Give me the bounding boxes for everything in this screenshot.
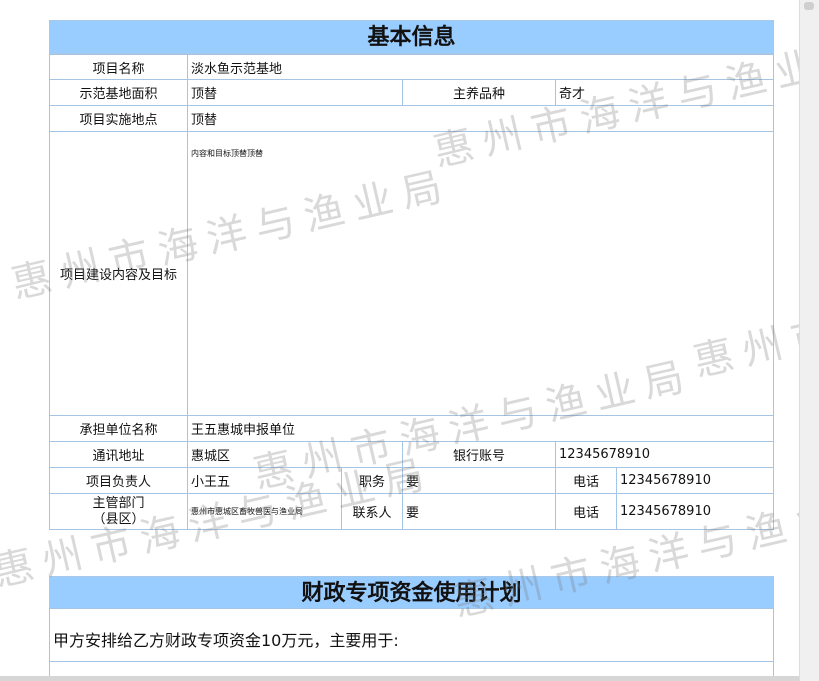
contact-value: 要 [402,493,556,530]
phone-value: 12345678910 [616,467,774,494]
position-value: 要 [402,467,556,494]
contact-label: 联系人 [341,493,403,530]
project-name-label: 项目名称 [49,54,188,80]
location-value: 顶替 [187,105,774,132]
location-label: 项目实施地点 [49,105,188,132]
content-value: 内容和目标顶替顶替 [187,131,774,416]
unit-value: 王五惠城申报单位 [187,415,774,442]
phone2-label: 电话 [555,493,617,530]
scrollbar-thumb[interactable] [804,2,814,10]
address-label: 通讯地址 [49,441,188,468]
address-value: 惠城区 [187,441,403,468]
bank-value: 12345678910 [555,441,774,468]
fund-plan-title: 财政专项资金使用计划 [49,576,774,609]
document-viewer: 基本信息 项目名称 淡水鱼示范基地 示范基地面积 顶替 主养品种 奇才 项目实施… [0,0,819,681]
bank-label: 银行账号 [402,441,556,468]
phone-label: 电话 [555,467,617,494]
leader-label: 项目负责人 [49,467,188,494]
dept-label: 主管部门 （县区） [49,493,188,530]
position-label: 职务 [341,467,403,494]
leader-value: 小王五 [187,467,342,494]
fund-plan-next-row [49,661,774,676]
page-gap [0,676,800,681]
dept-value: 惠州市惠城区畜牧兽医与渔业局 [187,493,342,530]
unit-label: 承担单位名称 [49,415,188,442]
vertical-scrollbar[interactable] [799,0,819,681]
fund-plan-text: 甲方安排给乙方财政专项资金10万元，主要用于: [49,608,774,662]
project-name-value: 淡水鱼示范基地 [187,54,774,80]
basic-info-title: 基本信息 [49,20,774,54]
content-label: 项目建设内容及目标 [49,131,188,416]
phone2-value: 12345678910 [616,493,774,530]
area-label: 示范基地面积 [49,79,188,106]
area-value: 顶替 [187,79,403,106]
document-page: 基本信息 项目名称 淡水鱼示范基地 示范基地面积 顶替 主养品种 奇才 项目实施… [0,0,800,676]
species-value: 奇才 [555,79,774,106]
species-label: 主养品种 [402,79,556,106]
